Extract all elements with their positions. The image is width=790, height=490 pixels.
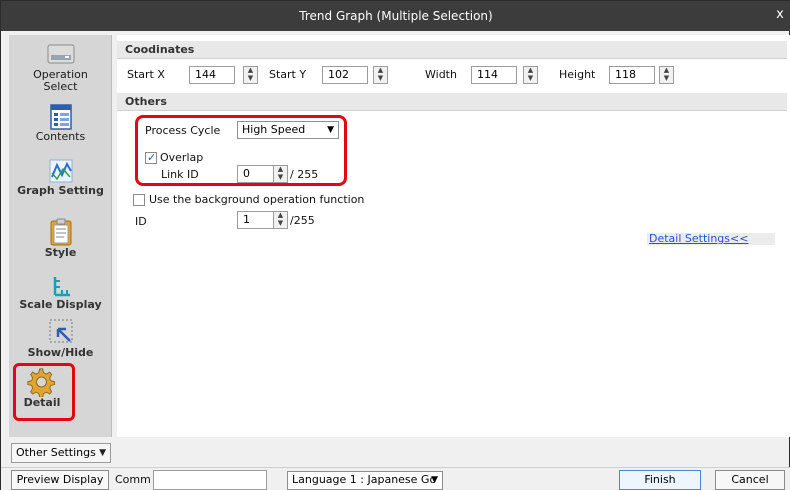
sidebar-item-label: Contents	[35, 130, 86, 143]
section-coordinates-heading: Coodinates	[117, 41, 787, 59]
start-x-spinner[interactable]: ▲ ▼	[243, 66, 258, 84]
sidebar: Operation Select Contents Graph Setting	[9, 35, 112, 437]
spin-down-icon: ▼	[663, 74, 670, 82]
sidebar-item-label: Scale Display	[19, 298, 102, 311]
background-operation-checkbox[interactable]	[133, 194, 145, 206]
contents-icon	[49, 104, 72, 130]
show-hide-icon	[49, 319, 72, 343]
language-select[interactable]: Language 1 : Japanese Go ▼	[287, 471, 443, 490]
sidebar-item-scale-display[interactable]: Scale Display	[9, 275, 112, 311]
spin-down-icon: ▼	[377, 74, 384, 82]
detail-highlight-box	[13, 363, 75, 421]
operation-select-icon	[47, 44, 74, 64]
preview-display-button[interactable]: Preview Display	[11, 470, 109, 490]
sidebar-item-style[interactable]: Style	[9, 217, 112, 259]
section-others-heading: Others	[117, 93, 787, 111]
window-title: Trend Graph (Multiple Selection)	[299, 9, 493, 23]
start-x-input[interactable]: 144	[189, 66, 235, 84]
start-y-spinner[interactable]: ▲ ▼	[373, 66, 388, 84]
cancel-button[interactable]: Cancel	[715, 470, 785, 490]
height-spinner[interactable]: ▲ ▼	[659, 66, 674, 84]
other-settings-label: Other Settings	[16, 446, 96, 459]
id-max: /255	[290, 214, 315, 227]
sidebar-item-label: Show/Hide	[27, 346, 94, 359]
sidebar-item-label: Graph Setting	[17, 184, 104, 197]
id-input[interactable]: 1	[237, 211, 275, 229]
width-input[interactable]: 114	[471, 66, 517, 84]
finish-button[interactable]: Finish	[619, 470, 701, 490]
scale-display-icon	[53, 277, 70, 297]
start-y-input[interactable]: 102	[322, 66, 368, 84]
start-x-label: Start X	[127, 68, 165, 81]
background-operation-label: Use the background operation function	[149, 193, 365, 206]
height-input[interactable]: 118	[609, 66, 655, 84]
spin-down-icon: ▼	[527, 74, 534, 82]
sidebar-item-label: Operation Select	[33, 68, 88, 93]
spin-down-icon: ▼	[247, 74, 254, 82]
chevron-down-icon: ▼	[99, 448, 106, 458]
close-icon[interactable]: x	[773, 7, 787, 23]
dialog-window: Trend Graph (Multiple Selection) x Opera…	[0, 0, 790, 490]
sidebar-item-graph-setting[interactable]: Graph Setting	[9, 157, 112, 197]
detail-settings-link[interactable]: Detail Settings<<	[649, 232, 748, 245]
comm-label: Comm	[115, 473, 151, 486]
graph-setting-icon	[49, 159, 72, 183]
main-panel: Coodinates Start X 144 ▲ ▼ Start Y 102 ▲ ▼…	[117, 35, 790, 437]
sidebar-item-contents[interactable]: Contents	[9, 103, 112, 143]
height-label: Height	[559, 68, 596, 81]
comm-input[interactable]	[153, 470, 267, 490]
title-bar: Trend Graph (Multiple Selection) x	[1, 1, 790, 31]
bottom-bar: Preview Display Comm Language 1 : Japane…	[1, 467, 790, 490]
chevron-down-icon: ▼	[431, 475, 438, 485]
sidebar-item-operation-select[interactable]: Operation Select	[9, 41, 112, 93]
style-icon	[50, 218, 71, 246]
sidebar-item-label: Style	[44, 246, 77, 259]
spin-down-icon: ▼	[277, 219, 284, 227]
others-highlight-box	[135, 115, 347, 186]
sidebar-item-show-hide[interactable]: Show/Hide	[9, 317, 112, 359]
id-label: ID	[135, 215, 147, 228]
width-label: Width	[425, 68, 457, 81]
start-y-label: Start Y	[269, 68, 307, 81]
id-spinner[interactable]: ▲ ▼	[273, 211, 288, 229]
width-spinner[interactable]: ▲ ▼	[523, 66, 538, 84]
other-settings-dropdown[interactable]: Other Settings ▼	[11, 443, 111, 463]
language-value: Language 1 : Japanese Go	[292, 473, 437, 486]
